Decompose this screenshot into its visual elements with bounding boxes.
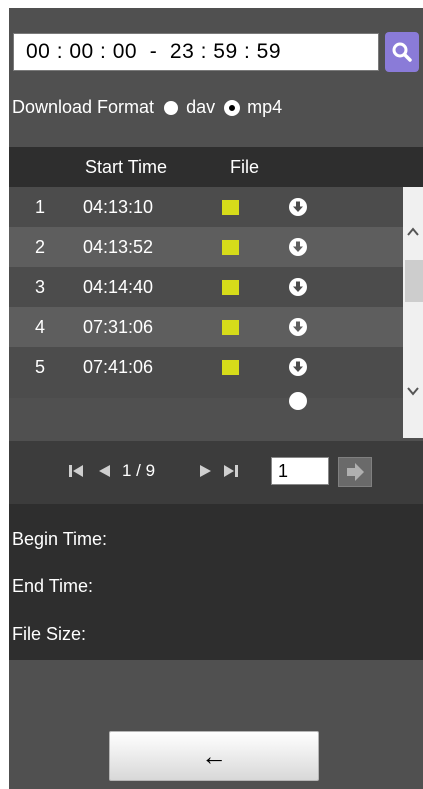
column-file: File — [230, 157, 260, 177]
file-indicator — [222, 280, 239, 295]
download-icon[interactable] — [289, 392, 307, 410]
scroll-up-icon[interactable] — [406, 225, 420, 239]
row-start-time: 04:13:10 — [83, 197, 154, 217]
download-icon[interactable] — [289, 318, 307, 336]
download-icon[interactable] — [289, 238, 307, 256]
search-button[interactable] — [385, 32, 419, 72]
table-row[interactable]: 1 04:13:10 — [9, 187, 403, 227]
table-row[interactable]: 3 04:14:40 — [9, 267, 403, 307]
dav-label: dav — [186, 96, 216, 117]
row-number: 3 — [35, 277, 46, 297]
file-indicator — [222, 360, 239, 375]
table-row-partial[interactable] — [9, 387, 403, 410]
first-page-icon[interactable] — [68, 463, 84, 479]
page-indicator: 1 / 9 — [122, 461, 156, 480]
table-row[interactable]: 4 07:31:06 — [9, 307, 403, 347]
table-scrollbar[interactable] — [403, 187, 423, 438]
row-start-time: 07:41:06 — [83, 357, 154, 377]
last-page-icon[interactable] — [223, 463, 239, 479]
file-size-label: File Size: — [12, 624, 87, 644]
file-indicator — [222, 200, 239, 215]
download-format-row: Download Format dav mp4 — [12, 92, 422, 122]
page-number-input[interactable] — [271, 457, 329, 485]
table-header: Start Time File — [9, 147, 423, 187]
row-start-time: 07:31:06 — [83, 317, 154, 337]
mp4-radio[interactable] — [225, 101, 240, 115]
dav-radio[interactable] — [164, 101, 179, 115]
row-number: 4 — [35, 317, 46, 337]
table-rows: 1 04:13:10 2 04:13:52 3 04:14:40 4 07:31… — [9, 187, 403, 438]
go-page-button[interactable] — [338, 457, 372, 487]
row-number: 2 — [35, 237, 46, 257]
end-time-label: End Time: — [12, 576, 94, 596]
prev-page-icon[interactable] — [96, 463, 112, 479]
row-number: 1 — [35, 197, 46, 217]
playback-panel: 00 : 00 : 00 - 23 : 59 : 59 Download For… — [9, 8, 423, 789]
back-button[interactable]: ← — [109, 731, 319, 781]
table-row[interactable]: 5 07:41:06 — [9, 347, 403, 387]
scroll-down-icon[interactable] — [406, 384, 420, 398]
download-icon[interactable] — [289, 278, 307, 296]
file-indicator — [222, 240, 239, 255]
download-icon[interactable] — [289, 198, 307, 216]
file-indicator — [222, 320, 239, 335]
next-page-icon[interactable] — [198, 463, 214, 479]
row-number: 5 — [35, 357, 46, 377]
search-icon — [392, 42, 412, 62]
time-range-input[interactable]: 00 : 00 : 00 - 23 : 59 : 59 — [13, 33, 379, 71]
begin-time-label: Begin Time: — [12, 529, 108, 549]
row-start-time: 04:14:40 — [83, 277, 154, 297]
file-info-panel: Begin Time: End Time: File Size: — [9, 504, 423, 660]
arrow-left-icon: ← — [201, 740, 227, 771]
download-icon[interactable] — [289, 358, 307, 376]
row-start-time: 04:13:52 — [83, 237, 154, 257]
download-format-label: Download Format — [12, 96, 155, 117]
mp4-label: mp4 — [247, 96, 283, 117]
column-start-time: Start Time — [85, 157, 168, 177]
file-table: Start Time File 1 04:13:10 2 04:13:52 3 … — [9, 147, 423, 438]
table-row[interactable]: 2 04:13:52 — [9, 227, 403, 267]
pagination-bar: 1 / 9 — [9, 441, 423, 504]
scroll-thumb[interactable] — [405, 260, 423, 302]
go-icon — [347, 463, 364, 481]
